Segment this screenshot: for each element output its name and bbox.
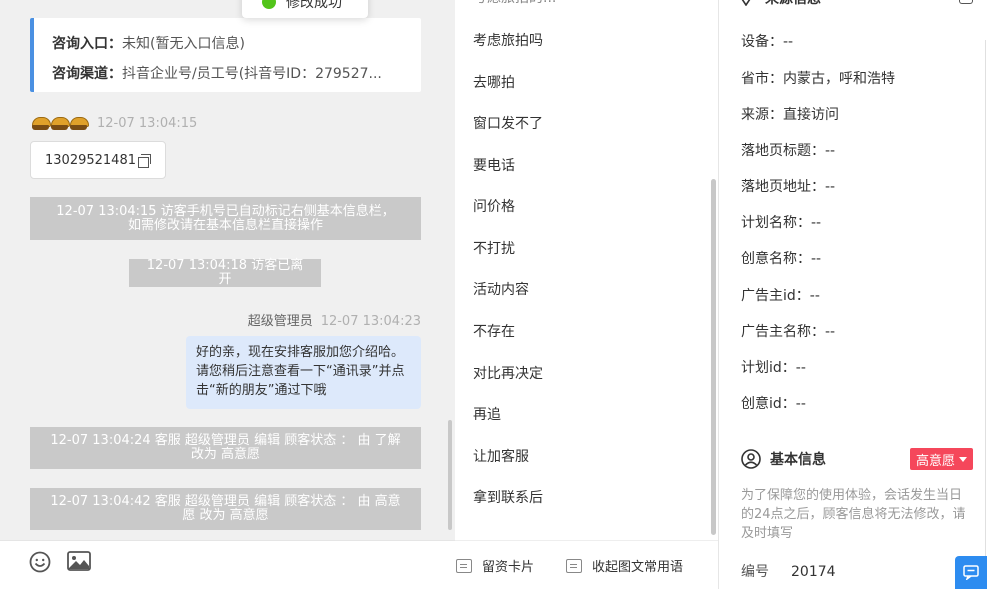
source-info-row: 计划名称：-- (741, 215, 822, 231)
phrase-item-partial[interactable]: 考虑旅拍的... (473, 0, 556, 7)
phrase-scrollbar[interactable] (711, 179, 716, 535)
source-info-row: 广告主名称：-- (741, 324, 836, 340)
edit-icon[interactable] (959, 0, 973, 4)
phrase-item[interactable]: 去哪拍 (473, 72, 515, 92)
agent-name: 超级管理员 (247, 314, 313, 329)
location-pin-icon (741, 0, 751, 6)
agent-message-meta: 超级管理员 12-07 13:04:23 (248, 310, 421, 329)
phrase-item[interactable]: 问价格 (473, 196, 515, 216)
system-notice-status-change: 12-07 13:04:42 客服 超级管理员 编辑 顾客状态 ： 由 高意 愿… (30, 488, 421, 530)
intent-status-label: 高意愿 (916, 453, 956, 469)
phrase-item[interactable]: 不打扰 (473, 238, 515, 258)
system-notice-line: 愿 改为 高意愿 (182, 508, 269, 523)
burger-emoji-icon (70, 117, 89, 130)
source-info-header: 来源信息 (739, 0, 821, 8)
toast-text: 修改成功 (286, 0, 342, 11)
chat-message-list[interactable]: 咨询入口：未知(暂无入口信息) 咨询渠道：抖音企业号/员工号(抖音号ID：279… (0, 0, 455, 540)
quick-phrase-panel: 考虑旅拍的... 考虑旅拍吗 去哪拍 窗口发不了 要电话 问价格 不打扰 活动内… (455, 0, 719, 589)
phrase-item[interactable]: 活动内容 (473, 279, 529, 299)
edit-deadline-notice: 为了保障您的使用体验，会话发生当日的24点之后，顾客信息将无法修改，请及时填写 (741, 488, 966, 541)
consult-entry-row: 咨询入口：未知(暂无入口信息) (52, 33, 245, 53)
intent-status-dropdown[interactable]: 高意愿 (910, 448, 974, 470)
system-notice-line: 12-07 13:04:24 客服 超级管理员 编辑 顾客状态 ： 由 了解 (50, 433, 401, 448)
system-notice-line: 12-07 13:04:15 访客手机号已自动标记右侧基本信息栏， (56, 203, 395, 219)
phrase-item[interactable]: 考虑旅拍吗 (473, 30, 543, 50)
serial-number-row: 编号 20174 (741, 561, 836, 581)
source-info-row: 创意名称：-- (741, 251, 822, 267)
serial-number-value: 20174 (791, 564, 836, 580)
success-toast: 修改成功 (242, 0, 368, 18)
phrase-item[interactable]: 不存在 (473, 321, 515, 341)
basic-info-title: 基本信息 (770, 452, 826, 468)
system-notice-phone-marked: 12-07 13:04:15 访客手机号已自动标记右侧基本信息栏， 如需修改请在… (30, 197, 421, 240)
info-scrollbar-track (985, 40, 986, 589)
visitor-phone-number: 13029521481 (45, 152, 136, 168)
visitor-message-time: 12-07 13:04:15 (97, 116, 198, 131)
phrase-item[interactable]: 要电话 (473, 155, 515, 175)
phrase-item[interactable]: 窗口发不了 (473, 113, 543, 133)
source-info-row: 广告主id：-- (741, 288, 820, 304)
source-info-row: 来源：直接访问 (741, 107, 839, 123)
floating-chat-button[interactable] (955, 556, 987, 589)
caret-down-icon (959, 456, 968, 462)
message-icon (566, 558, 582, 573)
consult-info-card: 咨询入口：未知(暂无入口信息) 咨询渠道：抖音企业号/员工号(抖音号ID：279… (30, 18, 421, 92)
system-notice-visitor-left: 12-07 13:04:18 访客已离开 (129, 259, 321, 287)
success-check-icon (262, 0, 276, 9)
basic-info-header: 基本信息 (741, 449, 826, 469)
consult-channel-value: 抖音企业号/员工号(抖音号ID：279527... (122, 66, 382, 82)
agent-message-time: 12-07 13:04:23 (320, 314, 421, 329)
chat-scrollbar[interactable] (448, 420, 452, 530)
copy-icon[interactable] (137, 153, 151, 168)
phrase-item[interactable]: 再追 (473, 404, 501, 424)
system-notice-line: 12-07 13:04:42 客服 超级管理员 编辑 顾客状态 ： 由 高意 (50, 494, 401, 509)
source-info-row: 省市：内蒙古，呼和浩特 (741, 71, 895, 87)
consult-entry-label: 咨询入口： (52, 36, 122, 52)
chat-bubble-icon (963, 565, 979, 580)
phrase-item[interactable]: 拿到联系后 (473, 487, 543, 507)
serial-number-label: 编号 (741, 564, 769, 580)
phrase-item[interactable]: 让加客服 (473, 446, 529, 466)
system-notice-line: 如需修改请在基本信息栏直接操作 (127, 217, 323, 233)
consult-channel-label: 咨询渠道： (52, 66, 122, 82)
emoji-picker-icon[interactable] (29, 551, 51, 573)
burger-emoji-icon (32, 117, 51, 130)
card-icon (456, 558, 472, 573)
source-info-row: 设备：-- (741, 34, 794, 50)
collapse-phrases-button[interactable]: 收起图文常用语 (566, 556, 683, 575)
system-notice-line: 改为 高意愿 (190, 447, 261, 462)
lead-card-label: 留资卡片 (482, 560, 535, 575)
source-info-row: 创意id：-- (741, 396, 806, 412)
customer-info-panel: 来源信息 设备：-- 省市：内蒙古，呼和浩特 来源：直接访问 落地页标题：-- … (719, 0, 987, 589)
consult-card-accent (30, 18, 34, 92)
phrase-item[interactable]: 对比再决定 (473, 363, 543, 383)
burger-emoji-icon (51, 117, 70, 130)
visitor-emoji-message: 12-07 13:04:15 (32, 116, 197, 131)
consult-entry-value: 未知(暂无入口信息) (122, 36, 245, 52)
agent-message-bubble: 好的亲，现在安排客服加您介绍哈。请您稍后注意查看一下“通讯录”并点击“新的朋友”… (186, 336, 421, 409)
chat-panel: 咨询入口：未知(暂无入口信息) 咨询渠道：抖音企业号/员工号(抖音号ID：279… (0, 0, 455, 589)
app-root: 咨询入口：未知(暂无入口信息) 咨询渠道：抖音企业号/员工号(抖音号ID：279… (0, 0, 987, 589)
source-info-row: 落地页标题：-- (741, 143, 836, 159)
collapse-phrases-label: 收起图文常用语 (592, 560, 684, 575)
source-info-title: 来源信息 (765, 0, 821, 8)
image-upload-icon[interactable] (67, 551, 91, 571)
source-info-row: 计划id：-- (741, 360, 806, 376)
source-info-row: 落地页地址：-- (741, 179, 836, 195)
user-icon (741, 449, 761, 469)
system-notice-status-change: 12-07 13:04:24 客服 超级管理员 编辑 顾客状态 ： 由 了解 改… (30, 427, 421, 469)
lead-card-button[interactable]: 留资卡片 (456, 556, 534, 575)
visitor-phone-bubble: 13029521481 (30, 141, 166, 179)
consult-channel-row: 咨询渠道：抖音企业号/员工号(抖音号ID：279527... (52, 63, 382, 83)
